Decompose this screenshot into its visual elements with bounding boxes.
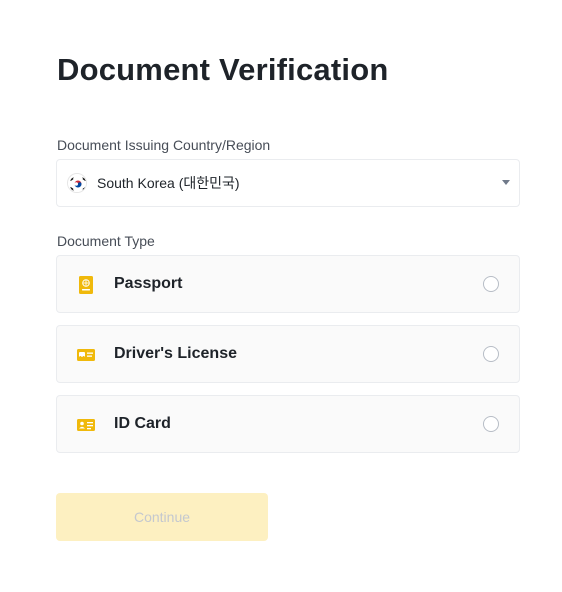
continue-button[interactable]: Continue: [56, 493, 268, 541]
radio-passport[interactable]: [483, 276, 499, 292]
option-label: Passport: [114, 275, 183, 292]
option-drivers-license[interactable]: Driver's License: [56, 325, 520, 383]
drivers-license-icon: [76, 345, 96, 365]
option-passport[interactable]: Passport: [56, 255, 520, 313]
document-type-label: Document Type: [57, 233, 155, 249]
caret-down-icon: [502, 180, 510, 185]
country-select-value: South Korea (대한민국): [97, 175, 240, 191]
page-title: Document Verification: [57, 52, 389, 87]
option-id-card[interactable]: ID Card: [56, 395, 520, 453]
south-korea-flag-icon: [67, 173, 87, 193]
id-card-icon: [76, 415, 96, 435]
option-label: ID Card: [114, 415, 171, 432]
option-label: Driver's License: [114, 345, 237, 362]
country-label: Document Issuing Country/Region: [57, 137, 271, 153]
country-select[interactable]: South Korea (대한민국): [56, 159, 520, 207]
radio-drivers-license[interactable]: [483, 346, 499, 362]
radio-id-card[interactable]: [483, 416, 499, 432]
passport-icon: [76, 275, 96, 295]
